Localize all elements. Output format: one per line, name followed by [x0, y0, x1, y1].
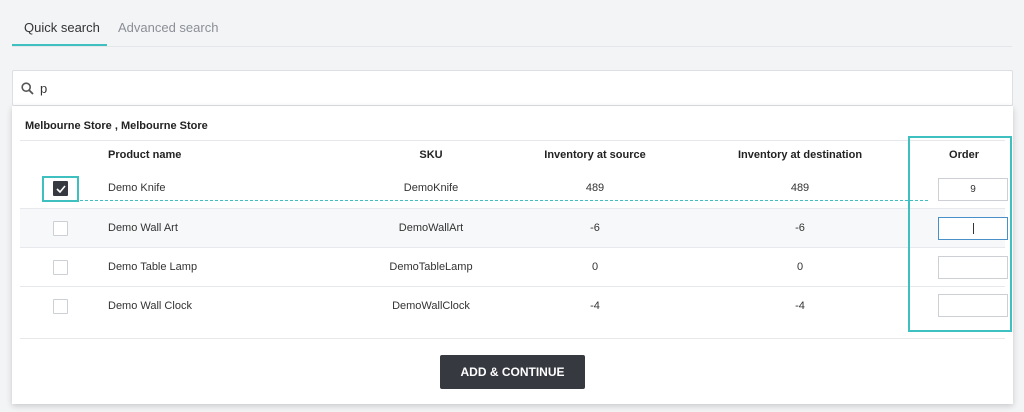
search-tabs: Quick search Advanced search	[12, 14, 1012, 47]
inventory-source: -6	[590, 222, 600, 234]
divider	[20, 338, 1005, 339]
row-checkbox[interactable]	[53, 221, 68, 236]
header-inventory-source: Inventory at source	[544, 149, 646, 161]
inventory-source: 0	[591, 261, 599, 273]
tab-quick-search[interactable]: Quick search	[24, 20, 100, 35]
product-name: Demo Wall Clock	[108, 300, 192, 312]
row-checkbox[interactable]	[53, 299, 68, 314]
search-input[interactable]: p	[12, 70, 1013, 106]
header-sku: SKU	[419, 149, 443, 161]
sku: DemoTableLamp	[389, 261, 473, 273]
inventory-source: -4	[590, 300, 600, 312]
inventory-source: 489	[585, 182, 605, 194]
search-value: p	[40, 81, 48, 96]
connector-dashed-line	[80, 200, 928, 201]
sku: DemoWallArt	[398, 222, 464, 234]
inventory-destination: -4	[795, 300, 805, 312]
product-name: Demo Table Lamp	[108, 261, 198, 273]
store-title: Melbourne Store , Melbourne Store	[25, 120, 208, 132]
table-row: Demo Table Lamp DemoTableLamp 0 0	[20, 247, 1008, 286]
table-row: Demo Wall Clock DemoWallClock -4 -4	[20, 286, 1008, 325]
active-tab-indicator	[12, 44, 107, 46]
header-inventory-destination: Inventory at destination	[737, 149, 863, 161]
table-row: Demo Knife DemoKnife 489 489 9	[20, 169, 1008, 208]
inventory-destination: 489	[790, 182, 810, 194]
table-row: Demo Wall Art DemoWallArt -6 -6	[20, 208, 1008, 247]
sku: DemoKnife	[403, 182, 459, 194]
inventory-destination: -6	[795, 222, 805, 234]
order-column-highlight	[908, 136, 1012, 332]
inventory-destination: 0	[796, 261, 804, 273]
search-icon	[21, 82, 34, 95]
header-product-name: Product name	[108, 149, 182, 161]
add-and-continue-button[interactable]: ADD & CONTINUE	[440, 355, 585, 389]
checkbox-highlight	[42, 176, 79, 202]
tab-advanced-search[interactable]: Advanced search	[118, 20, 218, 35]
divider	[20, 140, 1005, 141]
product-name: Demo Knife	[108, 182, 166, 194]
search-results-panel: Melbourne Store , Melbourne Store Produc…	[12, 106, 1013, 404]
product-name: Demo Wall Art	[108, 222, 178, 234]
row-checkbox[interactable]	[53, 260, 68, 275]
sku: DemoWallClock	[392, 300, 470, 312]
